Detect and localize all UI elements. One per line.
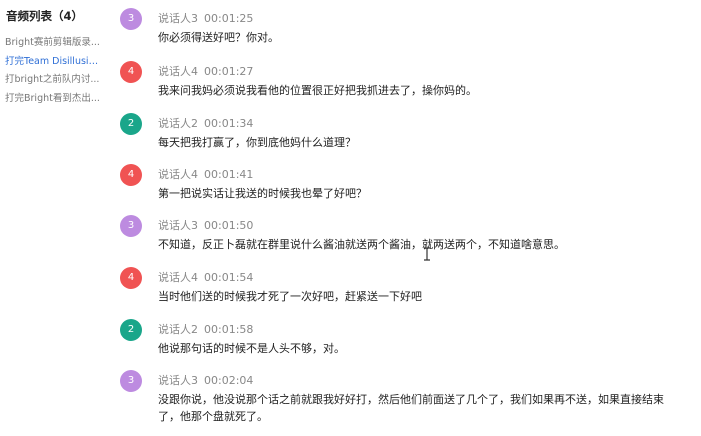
speaker-name: 说话人4 <box>158 271 198 284</box>
speaker-avatar: 3 <box>120 8 142 30</box>
timestamp[interactable]: 00:01:54 <box>204 271 253 284</box>
speaker-name: 说话人3 <box>158 374 198 387</box>
entry-meta: 说话人2 00:01:34 <box>158 115 253 131</box>
speaker-avatar: 3 <box>120 215 142 237</box>
transcript-text[interactable]: 他说那句话的时候不是人头不够，对。 <box>158 340 678 357</box>
speaker-name: 说话人2 <box>158 117 198 130</box>
speaker-name: 说话人3 <box>158 12 198 25</box>
audio-file-item[interactable]: 打bright之前队内讨... <box>5 71 103 85</box>
speaker-name: 说话人4 <box>158 168 198 181</box>
entry-meta: 说话人3 00:01:50 <box>158 217 253 233</box>
speaker-avatar: 4 <box>120 267 142 289</box>
speaker-name: 说话人3 <box>158 219 198 232</box>
entry-meta: 说话人4 00:01:41 <box>158 166 253 182</box>
speaker-name: 说话人2 <box>158 323 198 336</box>
speaker-avatar: 4 <box>120 61 142 83</box>
timestamp[interactable]: 00:01:25 <box>204 12 253 25</box>
speaker-avatar: 3 <box>120 370 142 392</box>
entry-meta: 说话人4 00:01:27 <box>158 63 253 79</box>
speaker-name: 说话人4 <box>158 65 198 78</box>
entry-meta: 说话人3 00:01:25 <box>158 10 253 26</box>
text-cursor-icon <box>424 247 430 261</box>
transcript-text[interactable]: 我来问我妈必须说我看他的位置很正好把我抓进去了，操你妈的。 <box>158 82 678 99</box>
timestamp[interactable]: 00:01:50 <box>204 219 253 232</box>
transcript-text[interactable]: 没跟你说，他没说那个话之前就跟我好好打，然后他们前面送了几个了，我们如果再不送，… <box>158 391 678 425</box>
audio-file-item[interactable]: Bright赛前剪辑版录... <box>5 34 103 48</box>
speaker-avatar: 2 <box>120 319 142 341</box>
entry-meta: 说话人2 00:01:58 <box>158 321 253 337</box>
speaker-avatar: 2 <box>120 113 142 135</box>
entry-meta: 说话人4 00:01:54 <box>158 269 253 285</box>
transcript-text[interactable]: 第一把说实话让我送的时候我也晕了好吧？ <box>158 185 678 202</box>
transcript-text[interactable]: 每天把我打赢了，你到底他妈什么道理？ <box>158 134 678 151</box>
transcript-text[interactable]: 当时他们送的时候我才死了一次好吧，赶紧送一下好吧 <box>158 288 678 305</box>
speaker-avatar: 4 <box>120 164 142 186</box>
timestamp[interactable]: 00:02:04 <box>204 374 253 387</box>
audio-file-item-active[interactable]: 打完Team Disillusio... <box>5 53 103 67</box>
audio-list-title: 音频列表（4） <box>6 9 84 23</box>
audio-list-sidebar: 音频列表（4） Bright赛前剪辑版录... 打完Team Disillusi… <box>0 0 106 436</box>
timestamp[interactable]: 00:01:27 <box>204 65 253 78</box>
transcript-text[interactable]: 不知道，反正卜磊就在群里说什么酱油就送两个酱油，就两送两个，不知道啥意思。 <box>158 236 678 253</box>
timestamp[interactable]: 00:01:41 <box>204 168 253 181</box>
transcript-text[interactable]: 你必须得送好吧？你对。 <box>158 29 678 46</box>
entry-meta: 说话人3 00:02:04 <box>158 372 253 388</box>
timestamp[interactable]: 00:01:34 <box>204 117 253 130</box>
audio-file-item[interactable]: 打完Bright看到杰出... <box>5 90 103 104</box>
timestamp[interactable]: 00:01:58 <box>204 323 253 336</box>
